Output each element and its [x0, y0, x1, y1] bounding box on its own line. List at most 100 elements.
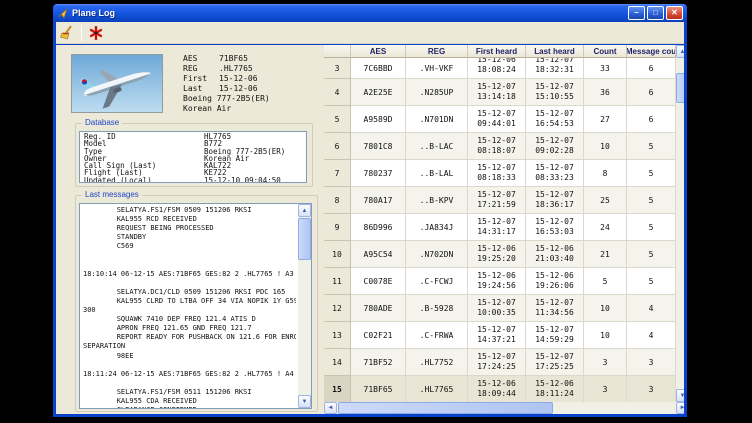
message-count-cell: 4	[627, 322, 676, 349]
message-count-cell: 4	[627, 295, 676, 322]
first-heard-cell: 15-12-0619:24:56	[468, 268, 526, 295]
row-number: 12	[324, 295, 351, 322]
row-number: 15	[324, 376, 351, 402]
table-row[interactable]: 10 A95C54 .N702DN 15-12-0619:25:20 15-12…	[324, 241, 676, 268]
table-row[interactable]: 3 7C6BBD .VH-VKF 15-12-0618:08:24 15-12-…	[324, 58, 676, 79]
aes-cell: C0078E	[351, 268, 406, 295]
table-row-selected[interactable]: 15 71BF65 .HL7765 15-12-0618:09:44 15-12…	[324, 376, 676, 402]
first-heard-cell: 15-12-0717:24:25	[468, 349, 526, 376]
messages-scrollbar[interactable]: ▲ ▼	[298, 204, 311, 408]
aes-cell: 86D996	[351, 214, 406, 241]
scroll-up-icon[interactable]: ▲	[676, 45, 684, 58]
toolbar	[56, 22, 684, 44]
aes-cell: A95C54	[351, 241, 406, 268]
header-aes[interactable]: AES	[351, 45, 406, 58]
table-row[interactable]: 11 C0078E .C-FCWJ 15-12-0619:24:56 15-12…	[324, 268, 676, 295]
scroll-left-icon[interactable]: ◄	[324, 402, 337, 414]
last-heard-cell: 15-12-0717:25:25	[526, 349, 584, 376]
row-number: 13	[324, 322, 351, 349]
aircraft-summary: AES71BF65 REG.HL7765 First15-12-06 Last1…	[183, 54, 318, 114]
reg-cell: .HL7765	[406, 376, 468, 402]
aes-cell: C02F21	[351, 322, 406, 349]
last-heard-cell: 15-12-0716:54:53	[526, 106, 584, 133]
count-cell: 36	[584, 79, 627, 106]
maximize-button[interactable]: □	[647, 6, 664, 20]
row-number: 11	[324, 268, 351, 295]
first-heard-cell: 15-12-0618:08:24	[468, 58, 526, 79]
last-heard-cell: 15-12-0715:10:55	[526, 79, 584, 106]
aes-cell: 780ADE	[351, 295, 406, 322]
table-row[interactable]: 7 780237 ..B-LAL 15-12-0708:18:33 15-12-…	[324, 160, 676, 187]
reg-cell: .N285UP	[406, 79, 468, 106]
row-number: 7	[324, 160, 351, 187]
window-title: Plane Log	[72, 8, 115, 18]
table-row[interactable]: 4 A2E25E .N285UP 15-12-0713:14:18 15-12-…	[324, 79, 676, 106]
table-row[interactable]: 14 71BF52 .HL7752 15-12-0717:24:25 15-12…	[324, 349, 676, 376]
table-row[interactable]: 9 86D996 .JA834J 15-12-0714:31:17 15-12-…	[324, 214, 676, 241]
toolbar-separator	[81, 25, 82, 41]
summary-label: AES	[183, 54, 219, 64]
row-number: 3	[324, 58, 351, 79]
first-heard-cell: 15-12-0714:37:21	[468, 322, 526, 349]
table-row[interactable]: 13 C02F21 .C-FRWA 15-12-0714:37:21 15-12…	[324, 322, 676, 349]
message-count-cell: 3	[627, 376, 676, 402]
header-count[interactable]: Count	[584, 45, 627, 58]
messages-textarea[interactable]: SELATYA.FS1/FSM 0509 151206 RKSI KAL955 …	[79, 203, 312, 409]
table-row[interactable]: 5 A9589D .N701DN 15-12-0709:44:01 15-12-…	[324, 106, 676, 133]
table-vertical-scrollbar[interactable]: ▲ ▼	[676, 45, 684, 402]
broom-icon	[59, 25, 75, 41]
db-label: Model	[84, 140, 204, 147]
plane-log-window: Plane Log – □ ✕	[53, 4, 687, 417]
message-count-cell: 5	[627, 214, 676, 241]
database-title: Database	[82, 118, 122, 128]
aircraft-type: Boeing 777-2B5(ER)	[183, 94, 318, 104]
aes-cell: 7801C8	[351, 133, 406, 160]
count-cell: 10	[584, 295, 627, 322]
table-horizontal-scrollbar[interactable]: ◄ ►	[324, 402, 684, 414]
scroll-right-icon[interactable]: ►	[676, 402, 684, 414]
table-row[interactable]: 8 780A17 ..B-KPV 15-12-0717:21:59 15-12-…	[324, 187, 676, 214]
row-number: 9	[324, 214, 351, 241]
table-vscroll-thumb[interactable]	[676, 73, 684, 103]
database-groupbox: Database Reg. IDHL7765 ModelB772 TypeBoe…	[75, 123, 313, 187]
table-row[interactable]: 12 780ADE .B-5928 15-12-0710:00:35 15-12…	[324, 295, 676, 322]
count-cell: 5	[584, 268, 627, 295]
header-message-count[interactable]: Message cou	[627, 45, 676, 58]
reg-cell: .N702DN	[406, 241, 468, 268]
first-heard-cell: 15-12-0618:09:44	[468, 376, 526, 402]
last-messages-title: Last messages	[82, 190, 142, 200]
summary-value: .HL7765	[219, 64, 253, 74]
messages-scroll-thumb[interactable]	[298, 218, 311, 260]
first-heard-cell: 15-12-0708:18:07	[468, 133, 526, 160]
app-icon	[57, 8, 68, 19]
table-row[interactable]: 6 7801C8 ..B-LAC 15-12-0708:18:07 15-12-…	[324, 133, 676, 160]
aes-cell: 71BF65	[351, 376, 406, 402]
message-count-cell: 5	[627, 241, 676, 268]
message-count-cell: 5	[627, 187, 676, 214]
last-heard-cell: 15-12-0714:59:29	[526, 322, 584, 349]
reg-cell: ..B-LAL	[406, 160, 468, 187]
scroll-up-icon[interactable]: ▲	[298, 204, 311, 217]
minimize-button[interactable]: –	[628, 6, 645, 20]
row-number: 14	[324, 349, 351, 376]
row-number: 5	[324, 106, 351, 133]
delete-button[interactable]	[85, 23, 107, 43]
clear-button[interactable]	[56, 23, 78, 43]
last-heard-cell: 15-12-0716:53:03	[526, 214, 584, 241]
scroll-down-icon[interactable]: ▼	[676, 389, 684, 402]
database-panel: Reg. IDHL7765 ModelB772 TypeBoeing 777-2…	[79, 131, 307, 183]
scroll-down-icon[interactable]: ▼	[298, 395, 311, 408]
header-row-number[interactable]	[324, 45, 351, 58]
header-last-heard[interactable]: Last heard	[526, 45, 584, 58]
count-cell: 21	[584, 241, 627, 268]
row-number: 10	[324, 241, 351, 268]
reg-cell: .C-FCWJ	[406, 268, 468, 295]
title-bar[interactable]: Plane Log – □ ✕	[53, 4, 687, 22]
flights-table: AES REG First heard Last heard Count Mes…	[324, 45, 684, 414]
count-cell: 24	[584, 214, 627, 241]
table-hscroll-thumb[interactable]	[338, 402, 553, 414]
header-first-heard[interactable]: First heard	[468, 45, 526, 58]
header-reg[interactable]: REG	[406, 45, 468, 58]
close-button[interactable]: ✕	[666, 6, 683, 20]
summary-label: Last	[183, 84, 219, 94]
